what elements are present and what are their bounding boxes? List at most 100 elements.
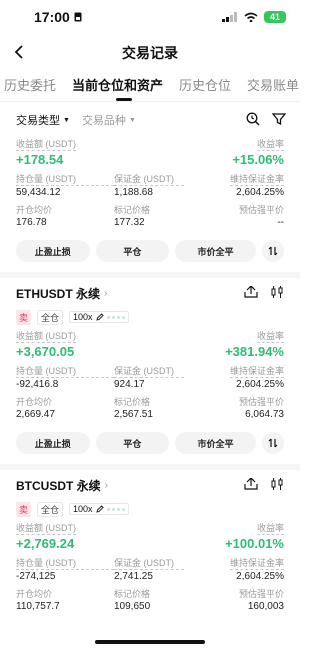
liq-value: -- [277,217,284,228]
stats-row-2: 开仓均价 110,757.7 标记价格 109,650 预估强平价 160,003 [16,588,284,614]
tab-history-orders[interactable]: 历史委托 [4,75,66,101]
clock: 17:00 [34,9,70,25]
leverage-button[interactable]: 100x [69,311,129,323]
pnl-value: +178.54 [16,152,64,167]
roi-value: +15.06% [232,152,284,167]
tab-current-positions[interactable]: 当前仓位和资产 [72,75,173,101]
pnl-value: +2,769.24 [16,536,75,551]
size-label: 持仓量 (USDT) [16,365,114,378]
edit-icon [95,505,104,513]
mark-value: 177.32 [114,217,145,228]
liq-value: 160,003 [247,601,284,612]
mark-label: 标记价格 [114,205,151,215]
liq-label: 预估强平价 [238,589,284,599]
pnl-label: 收益额 (USDT) [16,331,76,343]
close-button[interactable]: 平仓 [95,432,170,454]
chevron-right-icon: › [104,479,109,491]
position-card: BTCUSDT 永续 › 卖 全仓 100x 收益额 (USDT) +2,769… [0,470,300,614]
market-close-button[interactable]: 市价全平 [175,432,256,454]
close-button[interactable]: 平仓 [95,240,170,262]
position-card: 收益额 (USDT) +178.54 收益率 +15.06% 持仓量 (USDT… [0,138,300,262]
mmr-label: 维持保证金率 [229,174,284,186]
stats-row-1: 持仓量 (USDT) -92,416.8 保证金 (USDT) 924.17 维持保… [16,365,284,392]
margin-value: 924.17 [114,379,145,390]
entry-value: 110,757.7 [16,601,60,612]
nav-bar: 交易记录 [0,34,300,72]
size-value: -92,416.8 [16,379,59,390]
size-label: 持仓量 (USDT) [16,173,114,186]
position-header[interactable]: ETHUSDT 永续 › [16,278,284,308]
tab-history-positions[interactable]: 历史仓位 [179,75,241,101]
leverage-value: 100x [73,504,93,514]
swap-icon [268,438,278,448]
position-header[interactable]: BTCUSDT 永续 › [16,470,284,500]
mmr-value: 2,604.25% [236,571,284,582]
risk-level-bars [106,507,125,511]
size-label: 持仓量 (USDT) [16,557,114,570]
mmr-value: 2,604.25% [236,379,284,390]
leverage-button[interactable]: 100x [69,503,129,515]
tab-bar: 历史委托 当前仓位和资产 历史仓位 交易账单 当 [0,72,300,102]
wifi-icon [244,12,258,22]
tab-trade-bills[interactable]: 交易账单 [247,75,300,101]
swap-icon [268,246,278,256]
id-card-icon [74,12,82,22]
swap-button[interactable] [262,240,284,262]
filter-symbol[interactable]: 交易品种 ▼ [82,112,136,128]
roi-label: 收益率 [256,523,284,535]
back-button[interactable] [14,42,34,62]
pnl-row: 收益额 (USDT) +2,769.24 收益率 +100.01% [16,522,284,553]
filter-trade-type[interactable]: 交易类型 ▼ [16,112,70,128]
candlestick-icon[interactable] [270,478,284,490]
mark-value: 109,650 [114,601,151,612]
entry-label: 开仓均价 [16,397,53,407]
position-card: ETHUSDT 永续 › 卖 全仓 100x 收益额 (USDT) +3,670… [0,278,300,454]
margin-mode-badge: 全仓 [37,309,64,325]
position-tags: 卖 全仓 100x [16,308,284,326]
size-value: 59,434.12 [16,187,61,198]
roi-value: +100.01% [225,536,284,551]
entry-label: 开仓均价 [16,589,53,599]
margin-value: 1,188.68 [114,187,153,198]
tpsl-button[interactable]: 止盈止损 [16,240,90,262]
caret-down-icon: ▼ [128,116,136,124]
stats-row-2: 开仓均价 2,669.47 标记价格 2,567.51 预估强平价 6,064.73 [16,396,284,422]
filter-symbol-label: 交易品种 [81,115,126,127]
margin-label: 保证金 (USDT) [114,173,184,186]
share-icon[interactable] [244,478,258,490]
liq-label: 预估强平价 [238,397,284,407]
margin-value: 2,741.25 [114,571,153,582]
stats-row-2: 开仓均价 176.78 标记价格 177.32 预估强平价 -- [16,204,284,230]
market-close-button[interactable]: 市价全平 [175,240,256,262]
header-icons [244,286,284,298]
pnl-value: +3,670.05 [16,344,75,359]
signal-icon [222,12,237,22]
filter-icon[interactable] [272,112,286,126]
mmr-label: 维持保证金率 [229,366,284,378]
swap-button[interactable] [262,432,284,454]
caret-down-icon: ▼ [63,116,70,124]
margin-label: 保证金 (USDT) [114,557,184,570]
edit-icon [95,313,104,321]
margin-mode-badge: 全仓 [37,501,64,517]
side-badge: 卖 [16,501,32,517]
pnl-label: 收益额 (USDT) [16,523,76,535]
page-title: 交易记录 [122,45,178,61]
battery-icon: 41 [264,11,286,23]
share-icon[interactable] [244,286,258,298]
roi-label: 收益率 [256,331,284,343]
mark-label: 标记价格 [114,589,151,599]
roi-value: +381.94% [225,344,284,359]
search-history-icon[interactable] [246,112,260,126]
filter-bar: 交易类型 ▼ 交易品种 ▼ [0,102,300,138]
status-time: 17:00 [34,9,82,25]
roi-label: 收益率 [256,139,284,151]
entry-label: 开仓均价 [16,205,53,215]
margin-label: 保证金 (USDT) [114,365,184,378]
back-icon [14,45,23,59]
action-row: 止盈止损 平仓 市价全平 [16,240,284,262]
tpsl-button[interactable]: 止盈止损 [16,432,90,454]
action-row: 止盈止损 平仓 市价全平 [16,432,284,454]
entry-value: 2,669.47 [16,409,55,420]
candlestick-icon[interactable] [270,286,284,298]
